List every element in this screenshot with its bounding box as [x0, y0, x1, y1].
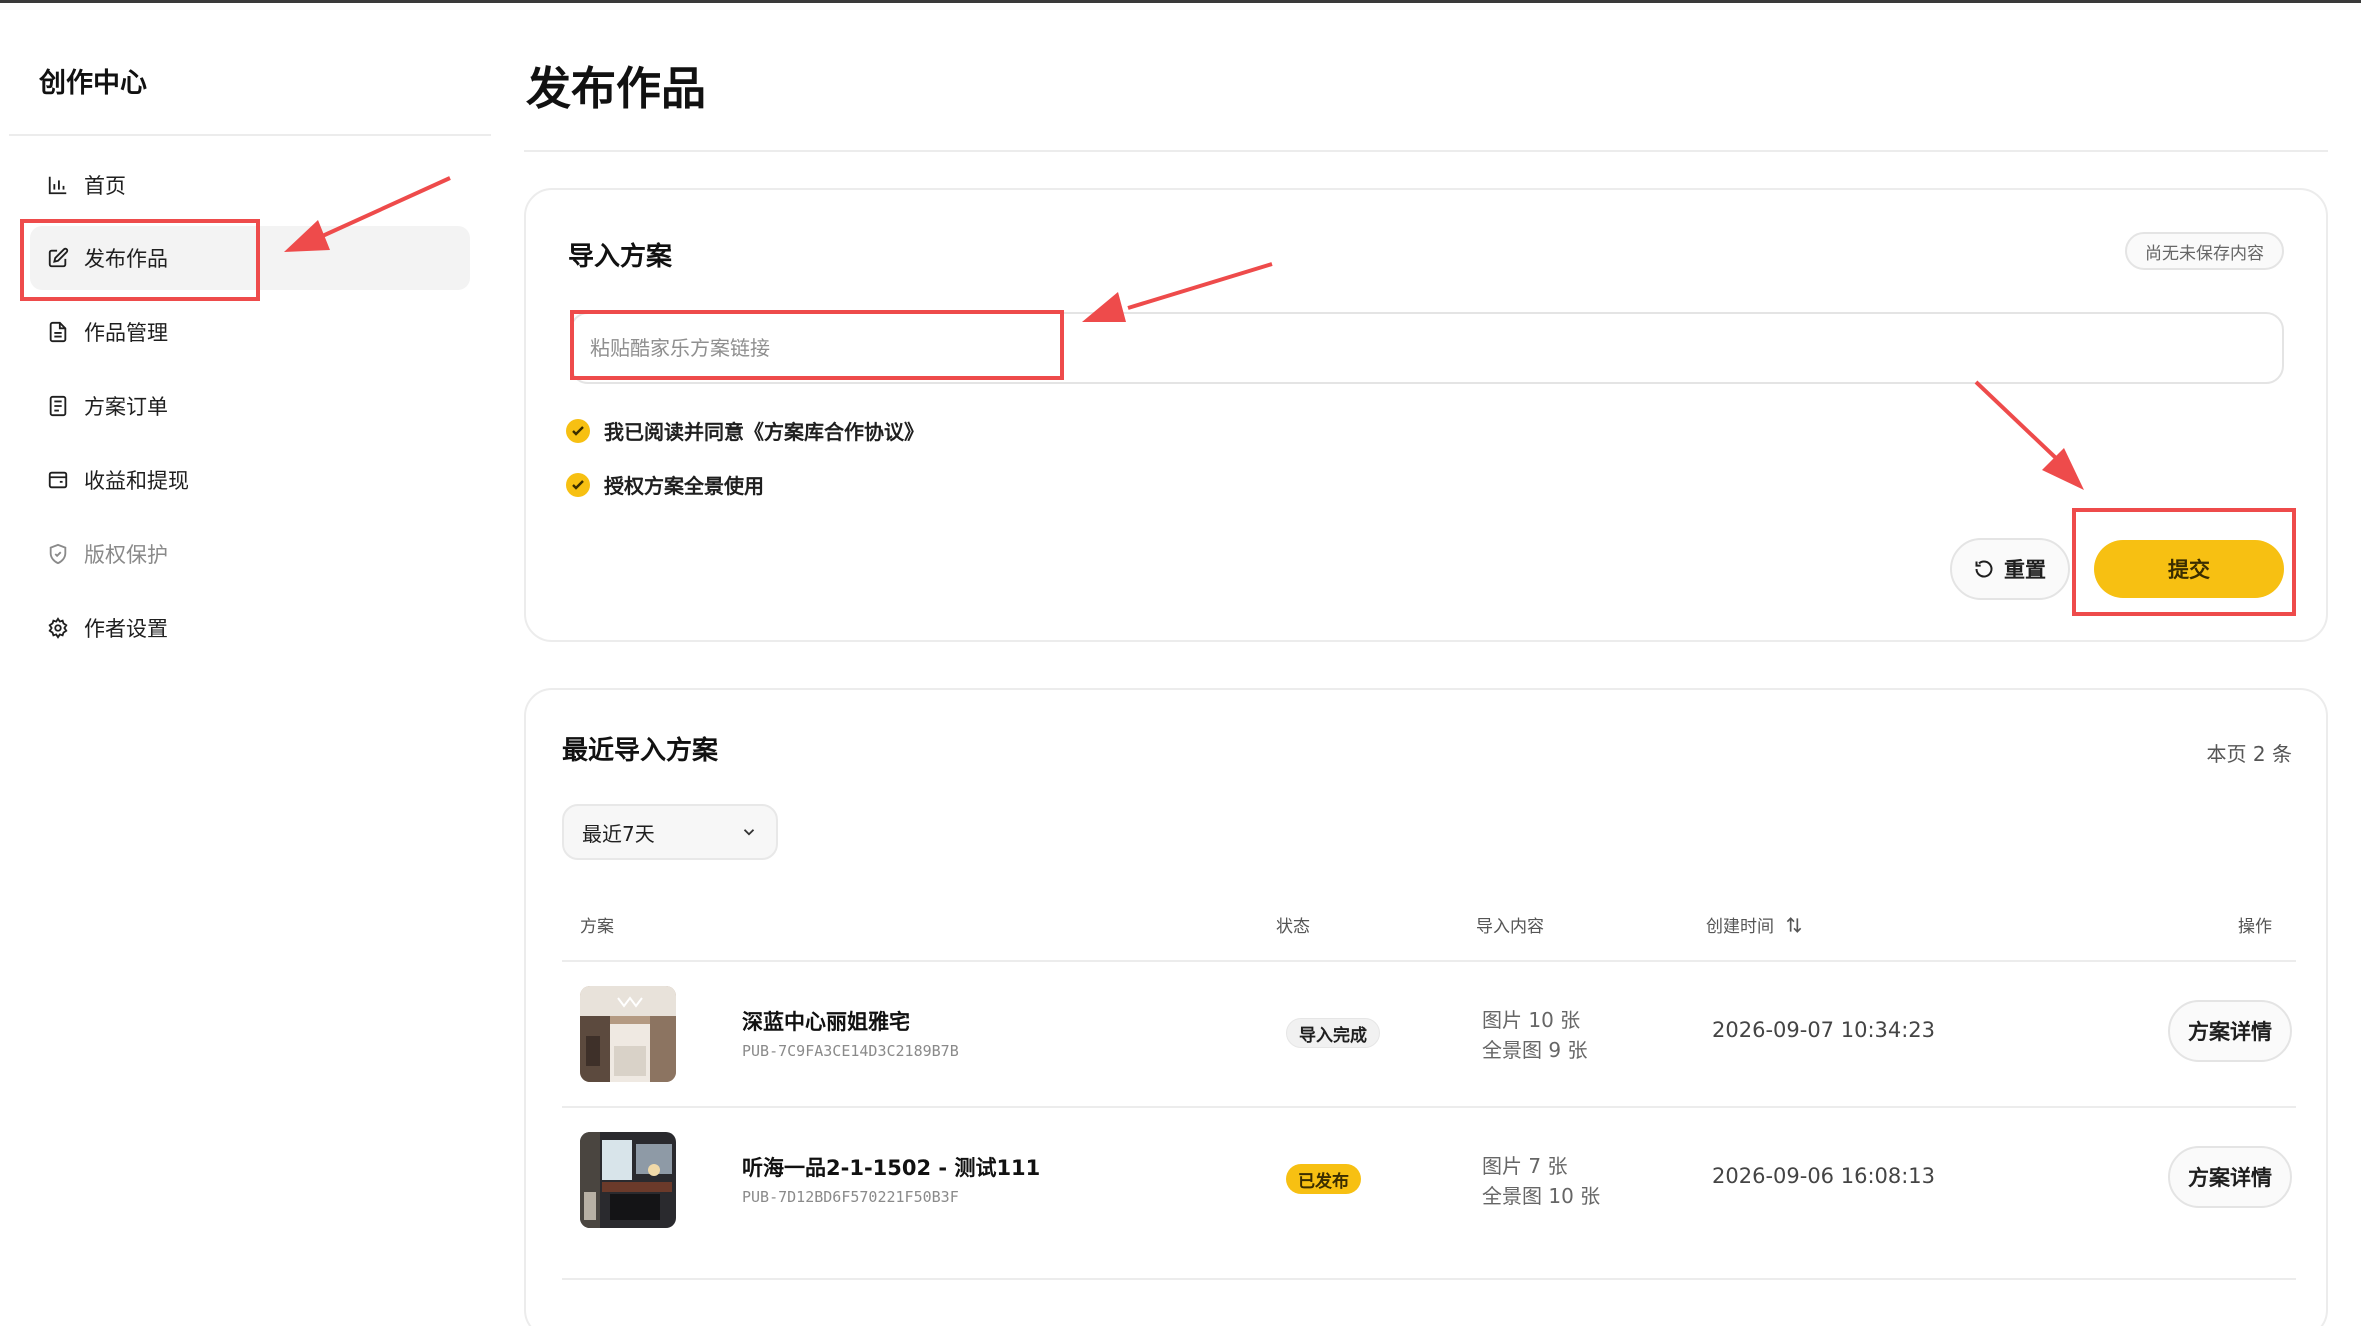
authorize-panorama-checkbox[interactable]: 授权方案全景使用: [566, 470, 764, 499]
agree-terms-label: 我已阅读并同意《方案库合作协议》: [604, 420, 924, 444]
sidebar-item-label: 作者设置: [84, 617, 168, 641]
plan-name: 听海一品2-1-1502 - 测试111: [742, 1156, 1041, 1180]
page-title: 发布作品: [526, 62, 707, 115]
bar-chart-icon: [46, 173, 70, 197]
column-header-content: 导入内容: [1476, 917, 1544, 937]
column-header-actions: 操作: [2238, 917, 2272, 937]
date-range-value: 最近7天: [582, 821, 655, 846]
sidebar-item-label: 首页: [84, 174, 126, 198]
status-badge: 已发布: [1286, 1164, 1361, 1194]
sidebar-item-label: 版权保护: [84, 543, 168, 567]
status-badge: 导入完成: [1286, 1018, 1380, 1048]
sidebar-item-works[interactable]: 作品管理: [30, 300, 470, 364]
sidebar-item-copyright[interactable]: 版权保护: [30, 522, 470, 586]
plan-id: PUB-7D12BD6F570221F50B3F: [742, 1188, 959, 1206]
sort-icon: [1786, 916, 1802, 933]
column-header-plan: 方案: [580, 917, 614, 937]
date-range-select[interactable]: 最近7天: [562, 804, 778, 860]
check-icon: [566, 418, 590, 443]
annotation-highlight-submit: [2072, 508, 2296, 616]
title-divider: [524, 150, 2328, 152]
authorize-panorama-label: 授权方案全景使用: [604, 474, 764, 498]
chevron-down-icon: [743, 829, 755, 836]
sidebar-item-label: 方案订单: [84, 395, 168, 419]
recent-imports-card: 最近导入方案 本页 2 条 最近7天 方案 状态 导入内容 创建时间 操作 深蓝…: [524, 688, 2328, 1326]
gear-icon: [46, 616, 70, 640]
image-count: 图片 10 张: [1482, 1008, 1581, 1032]
sidebar-item-orders[interactable]: 方案订单: [30, 374, 470, 438]
check-icon: [566, 472, 590, 497]
reset-label: 重置: [2004, 558, 2046, 582]
recent-card-title: 最近导入方案: [562, 736, 719, 766]
document-icon: [46, 320, 70, 344]
column-header-status: 状态: [1276, 917, 1310, 937]
annotation-highlight-publish: [20, 219, 260, 301]
plan-name: 深蓝中心丽姐雅宅: [742, 1010, 910, 1034]
plan-details-button[interactable]: 方案详情: [2168, 1146, 2292, 1208]
page-count: 本页 2 条: [2206, 742, 2292, 766]
table-row: 深蓝中心丽姐雅宅 PUB-7C9FA3CE14D3C2189B7B 导入完成 图…: [562, 962, 2296, 1106]
sidebar-item-home[interactable]: 首页: [30, 153, 470, 217]
plan-thumbnail: [580, 986, 676, 1082]
import-plan-card: 导入方案 尚无未保存内容 我已阅读并同意《方案库合作协议》 授权方案全景使用 重…: [524, 188, 2328, 642]
sidebar-item-label: 收益和提现: [84, 469, 189, 493]
sidebar-divider: [9, 134, 491, 136]
created-time: 2026-09-07 10:34:23: [1712, 1018, 1936, 1042]
reset-icon: [1975, 560, 1993, 578]
sidebar-item-label: 作品管理: [84, 321, 168, 345]
sidebar: 创作中心 首页 发布作品 作品管理 方案订单 收益和提现 版权保护 作者设置: [0, 3, 500, 1326]
panorama-count: 全景图 10 张: [1482, 1184, 1601, 1208]
image-count: 图片 7 张: [1482, 1154, 1568, 1178]
shield-icon: [46, 542, 70, 566]
annotation-highlight-input: [570, 310, 1064, 380]
row-divider: [562, 1278, 2296, 1280]
reset-button[interactable]: 重置: [1950, 538, 2070, 600]
column-header-created[interactable]: 创建时间: [1706, 912, 1804, 937]
created-time: 2026-09-06 16:08:13: [1712, 1164, 1936, 1188]
import-card-title: 导入方案: [568, 242, 673, 272]
unsaved-status-badge: 尚无未保存内容: [2125, 232, 2284, 270]
list-document-icon: [46, 394, 70, 418]
plan-details-button[interactable]: 方案详情: [2168, 1000, 2292, 1062]
plan-thumbnail: [580, 1132, 676, 1228]
panorama-count: 全景图 9 张: [1482, 1038, 1588, 1062]
column-header-created-label: 创建时间: [1706, 917, 1774, 937]
sidebar-item-settings[interactable]: 作者设置: [30, 596, 470, 660]
sidebar-brand: 创作中心: [39, 68, 147, 99]
wallet-icon: [46, 468, 70, 492]
app-root: 创作中心 首页 发布作品 作品管理 方案订单 收益和提现 版权保护 作者设置 发…: [0, 0, 2361, 1326]
agree-terms-checkbox[interactable]: 我已阅读并同意《方案库合作协议》: [566, 416, 924, 445]
table-row: 听海一品2-1-1502 - 测试111 PUB-7D12BD6F570221F…: [562, 1108, 2296, 1252]
sidebar-item-earnings[interactable]: 收益和提现: [30, 448, 470, 512]
plan-id: PUB-7C9FA3CE14D3C2189B7B: [742, 1042, 959, 1060]
